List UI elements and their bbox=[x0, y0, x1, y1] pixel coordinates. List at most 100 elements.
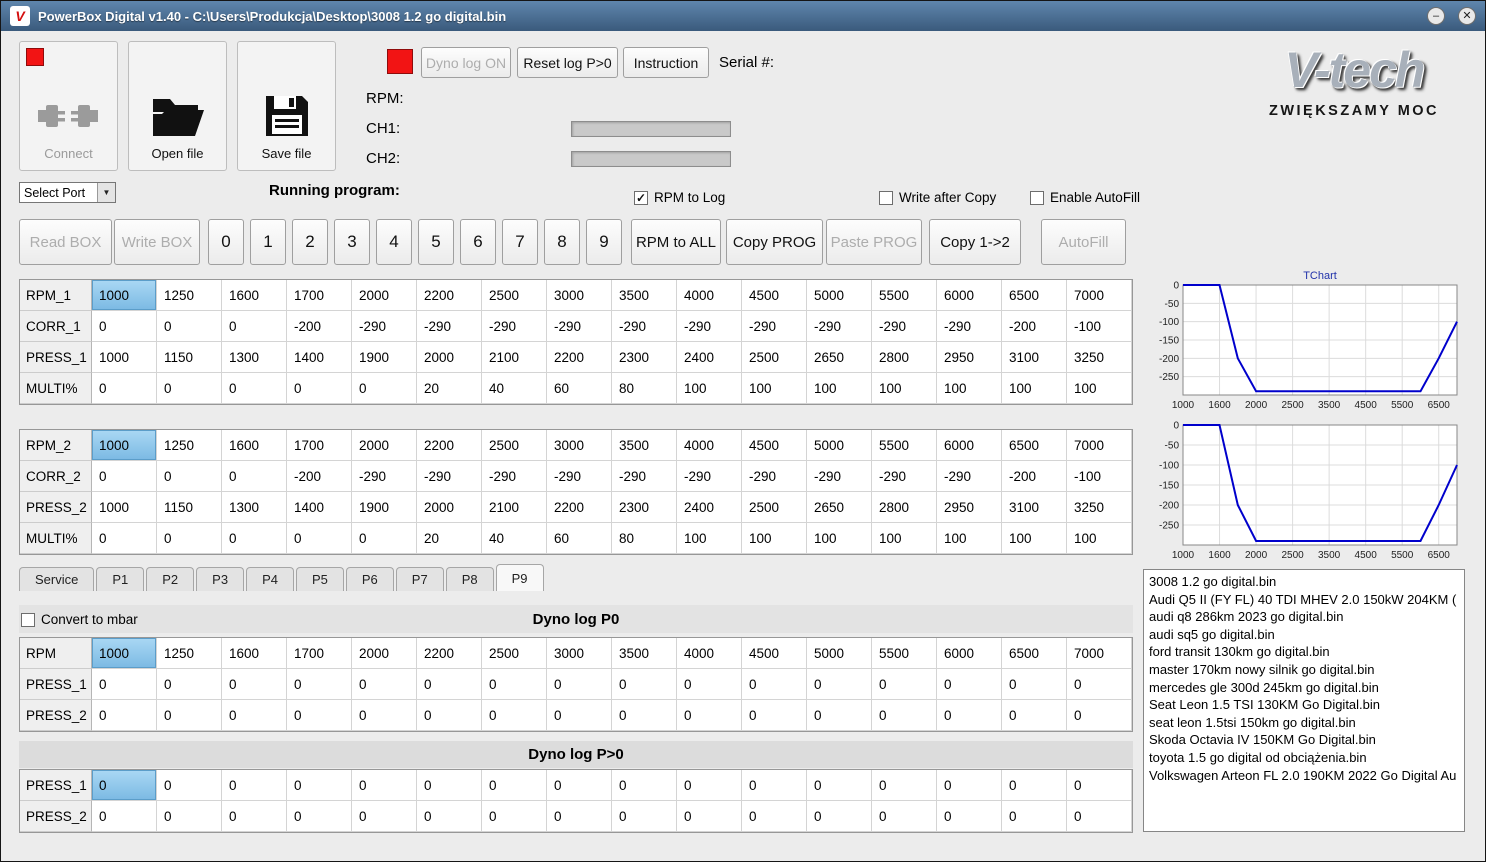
table-cell[interactable]: -200 bbox=[1002, 311, 1067, 342]
table-cell[interactable]: -290 bbox=[417, 461, 482, 492]
table-cell[interactable]: 0 bbox=[1067, 801, 1132, 832]
table-cell[interactable]: 100 bbox=[742, 523, 807, 554]
table-cell[interactable]: 100 bbox=[1067, 523, 1132, 554]
tab-p2[interactable]: P2 bbox=[146, 567, 195, 591]
table-cell[interactable]: 4000 bbox=[677, 280, 742, 311]
file-list-item[interactable]: mercedes gle 300d 245km go digital.bin bbox=[1149, 679, 1459, 697]
table-cell[interactable]: 0 bbox=[417, 801, 482, 832]
table-cell[interactable]: 0 bbox=[157, 700, 222, 731]
table-cell[interactable]: 0 bbox=[742, 770, 807, 801]
table-cell[interactable]: 0 bbox=[677, 669, 742, 700]
table-cell[interactable]: 2300 bbox=[612, 342, 677, 373]
table-cell[interactable]: 0 bbox=[352, 770, 417, 801]
table-cell[interactable]: 100 bbox=[807, 523, 872, 554]
table-cell[interactable]: 2000 bbox=[417, 342, 482, 373]
tab-p1[interactable]: P1 bbox=[96, 567, 145, 591]
table-cell[interactable]: 0 bbox=[352, 373, 417, 404]
table-cell[interactable]: 1600 bbox=[222, 430, 287, 461]
table-cell[interactable]: 1150 bbox=[157, 342, 222, 373]
table-cell[interactable]: 0 bbox=[1002, 801, 1067, 832]
table-cell[interactable]: 0 bbox=[482, 770, 547, 801]
table-cell[interactable]: 1000 bbox=[92, 492, 157, 523]
digit-button-5[interactable]: 5 bbox=[418, 219, 454, 265]
table-cell[interactable]: 0 bbox=[547, 801, 612, 832]
table-cell[interactable]: 40 bbox=[482, 373, 547, 404]
table-cell[interactable]: 2500 bbox=[742, 342, 807, 373]
checkbox-unchecked-icon[interactable] bbox=[879, 190, 893, 205]
table-cell[interactable]: -290 bbox=[547, 461, 612, 492]
table-cell[interactable]: 0 bbox=[222, 373, 287, 404]
table-cell[interactable]: 0 bbox=[1067, 700, 1132, 731]
table-cell[interactable]: 3000 bbox=[547, 280, 612, 311]
table-cell[interactable]: 2100 bbox=[482, 342, 547, 373]
table-cell[interactable]: -290 bbox=[612, 461, 677, 492]
table-cell[interactable]: -200 bbox=[1002, 461, 1067, 492]
table-cell[interactable]: 100 bbox=[1002, 523, 1067, 554]
digit-button-9[interactable]: 9 bbox=[586, 219, 622, 265]
digit-button-1[interactable]: 1 bbox=[250, 219, 286, 265]
autofill-button[interactable]: AutoFill bbox=[1041, 219, 1126, 265]
table-cell[interactable]: 3500 bbox=[612, 430, 677, 461]
digit-button-3[interactable]: 3 bbox=[334, 219, 370, 265]
table-cell[interactable]: 2950 bbox=[937, 492, 1002, 523]
tab-p9[interactable]: P9 bbox=[495, 564, 544, 591]
table-cell[interactable]: 100 bbox=[937, 523, 1002, 554]
checkbox-unchecked-icon[interactable] bbox=[1030, 190, 1044, 205]
save-file-button[interactable]: Save file bbox=[237, 41, 336, 171]
table-cell[interactable]: 0 bbox=[612, 770, 677, 801]
table-cell[interactable]: 0 bbox=[807, 669, 872, 700]
convert-to-mbar-checkbox[interactable]: Convert to mbar bbox=[21, 612, 138, 627]
table-cell[interactable]: 1400 bbox=[287, 492, 352, 523]
table-cell[interactable]: 0 bbox=[287, 700, 352, 731]
table-cell[interactable]: -290 bbox=[742, 461, 807, 492]
table-cell[interactable]: 0 bbox=[417, 700, 482, 731]
table-cell[interactable]: 0 bbox=[872, 801, 937, 832]
table-cell[interactable]: 0 bbox=[417, 770, 482, 801]
table-cell[interactable]: 0 bbox=[937, 700, 1002, 731]
file-list-item[interactable]: Skoda Octavia IV 150KM Go Digital.bin bbox=[1149, 731, 1459, 749]
table-cell[interactable]: -290 bbox=[352, 311, 417, 342]
close-button[interactable]: ✕ bbox=[1458, 7, 1476, 25]
table-cell[interactable]: 0 bbox=[937, 801, 1002, 832]
table-cell[interactable]: 3100 bbox=[1002, 492, 1067, 523]
table-cell[interactable]: 0 bbox=[92, 311, 157, 342]
table-cell[interactable]: 4500 bbox=[742, 430, 807, 461]
table-cell[interactable]: 1250 bbox=[157, 638, 222, 669]
table-cell[interactable]: 6000 bbox=[937, 430, 1002, 461]
table-cell[interactable]: 2200 bbox=[417, 280, 482, 311]
file-list-item[interactable]: ford transit 130km go digital.bin bbox=[1149, 643, 1459, 661]
tab-p7[interactable]: P7 bbox=[395, 567, 444, 591]
table-cell[interactable]: 100 bbox=[742, 373, 807, 404]
table-cell[interactable]: 7000 bbox=[1067, 280, 1132, 311]
table-cell[interactable]: 0 bbox=[287, 669, 352, 700]
table-cell[interactable]: 0 bbox=[1002, 770, 1067, 801]
table-cell[interactable]: 3250 bbox=[1067, 492, 1132, 523]
checkbox-checked-icon[interactable]: ✓ bbox=[634, 190, 648, 205]
table-cell[interactable]: 0 bbox=[547, 770, 612, 801]
table-cell[interactable]: 0 bbox=[807, 700, 872, 731]
table-cell[interactable]: 40 bbox=[482, 523, 547, 554]
table-cell[interactable]: 0 bbox=[287, 770, 352, 801]
write-after-copy-checkbox[interactable]: Write after Copy bbox=[879, 190, 996, 205]
table-cell[interactable]: 4000 bbox=[677, 638, 742, 669]
table-cell[interactable]: 0 bbox=[157, 523, 222, 554]
table-cell[interactable]: 4500 bbox=[742, 280, 807, 311]
table-cell[interactable]: 0 bbox=[222, 700, 287, 731]
table-cell[interactable]: 0 bbox=[1067, 770, 1132, 801]
table-cell[interactable]: -290 bbox=[742, 311, 807, 342]
select-port-dropdown[interactable]: Select Port ▼ bbox=[19, 182, 116, 203]
table-cell[interactable]: 100 bbox=[1067, 373, 1132, 404]
table-cell[interactable]: 0 bbox=[92, 700, 157, 731]
table-cell[interactable]: 2400 bbox=[677, 342, 742, 373]
file-list-item[interactable]: master 170km nowy silnik go digital.bin bbox=[1149, 661, 1459, 679]
table-cell[interactable]: 100 bbox=[677, 373, 742, 404]
table-cell[interactable]: 5500 bbox=[872, 638, 937, 669]
table-cell[interactable]: 0 bbox=[482, 700, 547, 731]
table-cell[interactable]: -200 bbox=[287, 461, 352, 492]
table-cell[interactable]: 6500 bbox=[1002, 430, 1067, 461]
chevron-down-icon[interactable]: ▼ bbox=[97, 183, 115, 202]
copy-1-to-2-button[interactable]: Copy 1->2 bbox=[929, 219, 1021, 265]
table-cell[interactable]: 1000 bbox=[92, 638, 157, 669]
table-cell[interactable]: 7000 bbox=[1067, 430, 1132, 461]
table-cell[interactable]: 5000 bbox=[807, 280, 872, 311]
